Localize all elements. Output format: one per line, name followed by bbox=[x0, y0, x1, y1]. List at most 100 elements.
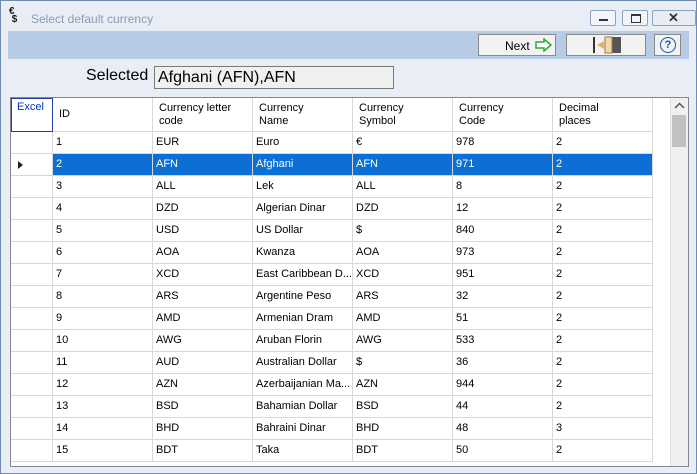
table-cell[interactable]: 13 bbox=[53, 396, 153, 418]
table-row[interactable]: 14 BHD Bahraini Dinar BHD 48 3 bbox=[11, 418, 655, 440]
table-cell[interactable]: 14 bbox=[53, 418, 153, 440]
excel-export-button[interactable]: Excel bbox=[11, 98, 53, 132]
table-cell[interactable]: USD bbox=[153, 220, 253, 242]
table-cell[interactable]: 944 bbox=[453, 374, 553, 396]
next-button[interactable]: Next bbox=[478, 34, 556, 56]
column-header[interactable]: Decimal places bbox=[553, 98, 653, 132]
table-cell[interactable]: Afghani bbox=[253, 154, 353, 176]
table-row[interactable]: 10 AWG Aruban Florin AWG 533 2 bbox=[11, 330, 655, 352]
table-cell[interactable]: 5 bbox=[53, 220, 153, 242]
table-cell[interactable]: 51 bbox=[453, 308, 553, 330]
table-cell[interactable]: DZD bbox=[153, 198, 253, 220]
table-cell[interactable]: 3 bbox=[553, 418, 653, 440]
minimize-button[interactable] bbox=[590, 10, 616, 26]
row-header[interactable] bbox=[11, 220, 53, 242]
table-row[interactable]: 13 BSD Bahamian Dollar BSD 44 2 bbox=[11, 396, 655, 418]
table-cell[interactable]: 2 bbox=[553, 132, 653, 154]
table-cell[interactable]: 840 bbox=[453, 220, 553, 242]
table-cell[interactable]: 36 bbox=[453, 352, 553, 374]
table-cell[interactable]: AZN bbox=[153, 374, 253, 396]
table-cell[interactable]: ALL bbox=[353, 176, 453, 198]
table-row[interactable]: 12 AZN Azerbaijanian Ma... AZN 944 2 bbox=[11, 374, 655, 396]
table-cell[interactable]: AWG bbox=[153, 330, 253, 352]
table-cell[interactable]: Bahraini Dinar bbox=[253, 418, 353, 440]
table-row[interactable]: 9 AMD Armenian Dram AMD 51 2 bbox=[11, 308, 655, 330]
close-button[interactable]: ✕ bbox=[652, 10, 696, 26]
table-cell[interactable]: 2 bbox=[553, 286, 653, 308]
table-cell[interactable]: 50 bbox=[453, 440, 553, 462]
row-header[interactable] bbox=[11, 242, 53, 264]
table-cell[interactable]: East Caribbean D... bbox=[253, 264, 353, 286]
table-cell[interactable]: Taka bbox=[253, 440, 353, 462]
table-cell[interactable]: AMD bbox=[153, 308, 253, 330]
row-header[interactable] bbox=[11, 264, 53, 286]
table-cell[interactable]: Euro bbox=[253, 132, 353, 154]
table-cell[interactable]: Azerbaijanian Ma... bbox=[253, 374, 353, 396]
scroll-thumb[interactable] bbox=[672, 115, 686, 147]
table-row[interactable]: 1 EUR Euro €978 2 bbox=[11, 132, 655, 154]
table-cell[interactable]: 2 bbox=[553, 242, 653, 264]
row-header[interactable] bbox=[11, 198, 53, 220]
table-cell[interactable]: 4 bbox=[53, 198, 153, 220]
table-cell[interactable]: 2 bbox=[553, 330, 653, 352]
row-header[interactable] bbox=[11, 396, 53, 418]
row-header[interactable] bbox=[11, 308, 53, 330]
row-header[interactable] bbox=[11, 352, 53, 374]
table-cell[interactable]: 48 bbox=[453, 418, 553, 440]
row-header[interactable] bbox=[11, 374, 53, 396]
row-header[interactable] bbox=[11, 286, 53, 308]
table-cell[interactable]: ALL bbox=[153, 176, 253, 198]
table-cell[interactable]: Argentine Peso bbox=[253, 286, 353, 308]
table-cell[interactable]: 2 bbox=[553, 264, 653, 286]
table-cell[interactable]: Bahamian Dollar bbox=[253, 396, 353, 418]
table-cell[interactable]: 2 bbox=[53, 154, 153, 176]
column-header[interactable]: Currency Symbol bbox=[353, 98, 453, 132]
table-cell[interactable]: Lek bbox=[253, 176, 353, 198]
table-cell[interactable]: 15 bbox=[53, 440, 153, 462]
table-cell[interactable]: Kwanza bbox=[253, 242, 353, 264]
table-row[interactable]: 11 AUD Australian Dollar $36 2 bbox=[11, 352, 655, 374]
table-cell[interactable]: BDT bbox=[153, 440, 253, 462]
column-header[interactable]: Currency letter code bbox=[153, 98, 253, 132]
table-cell[interactable]: BSD bbox=[353, 396, 453, 418]
row-header[interactable] bbox=[11, 132, 53, 154]
table-cell[interactable]: BSD bbox=[153, 396, 253, 418]
table-cell[interactable]: 3 bbox=[53, 176, 153, 198]
exit-button[interactable] bbox=[566, 34, 646, 56]
table-cell[interactable]: 2 bbox=[553, 198, 653, 220]
table-row[interactable]: 8 ARS Argentine Peso ARS 32 2 bbox=[11, 286, 655, 308]
table-cell[interactable]: 973 bbox=[453, 242, 553, 264]
table-cell[interactable]: 2 bbox=[553, 220, 653, 242]
table-cell[interactable]: 2 bbox=[553, 308, 653, 330]
table-row[interactable]: 6 AOA Kwanza AOA 973 2 bbox=[11, 242, 655, 264]
table-cell[interactable]: 12 bbox=[53, 374, 153, 396]
table-cell[interactable]: Algerian Dinar bbox=[253, 198, 353, 220]
table-cell[interactable]: 2 bbox=[553, 374, 653, 396]
table-cell[interactable]: BDT bbox=[353, 440, 453, 462]
table-cell[interactable]: US Dollar bbox=[253, 220, 353, 242]
table-cell[interactable]: 7 bbox=[53, 264, 153, 286]
table-cell[interactable]: AOA bbox=[353, 242, 453, 264]
table-cell[interactable]: ARS bbox=[353, 286, 453, 308]
table-cell[interactable]: 8 bbox=[53, 286, 153, 308]
table-cell[interactable]: 951 bbox=[453, 264, 553, 286]
table-cell[interactable]: AOA bbox=[153, 242, 253, 264]
maximize-button[interactable] bbox=[622, 10, 648, 26]
table-row[interactable]: 5 USD US Dollar $840 2 bbox=[11, 220, 655, 242]
table-cell[interactable]: $ bbox=[353, 352, 453, 374]
table-cell[interactable]: $ bbox=[353, 220, 453, 242]
table-cell[interactable]: 6 bbox=[53, 242, 153, 264]
table-cell[interactable]: AZN bbox=[353, 374, 453, 396]
table-cell[interactable]: 44 bbox=[453, 396, 553, 418]
scroll-up-button[interactable] bbox=[671, 98, 688, 115]
table-cell[interactable]: 11 bbox=[53, 352, 153, 374]
row-header[interactable] bbox=[11, 154, 53, 176]
table-cell[interactable]: 2 bbox=[553, 440, 653, 462]
table-cell[interactable]: 2 bbox=[553, 154, 653, 176]
table-cell[interactable]: AFN bbox=[353, 154, 453, 176]
table-row[interactable]: 15 BDT Taka BDT 50 2 bbox=[11, 440, 655, 462]
table-cell[interactable]: ARS bbox=[153, 286, 253, 308]
row-header[interactable] bbox=[11, 330, 53, 352]
table-cell[interactable]: 12 bbox=[453, 198, 553, 220]
table-cell[interactable]: 2 bbox=[553, 176, 653, 198]
